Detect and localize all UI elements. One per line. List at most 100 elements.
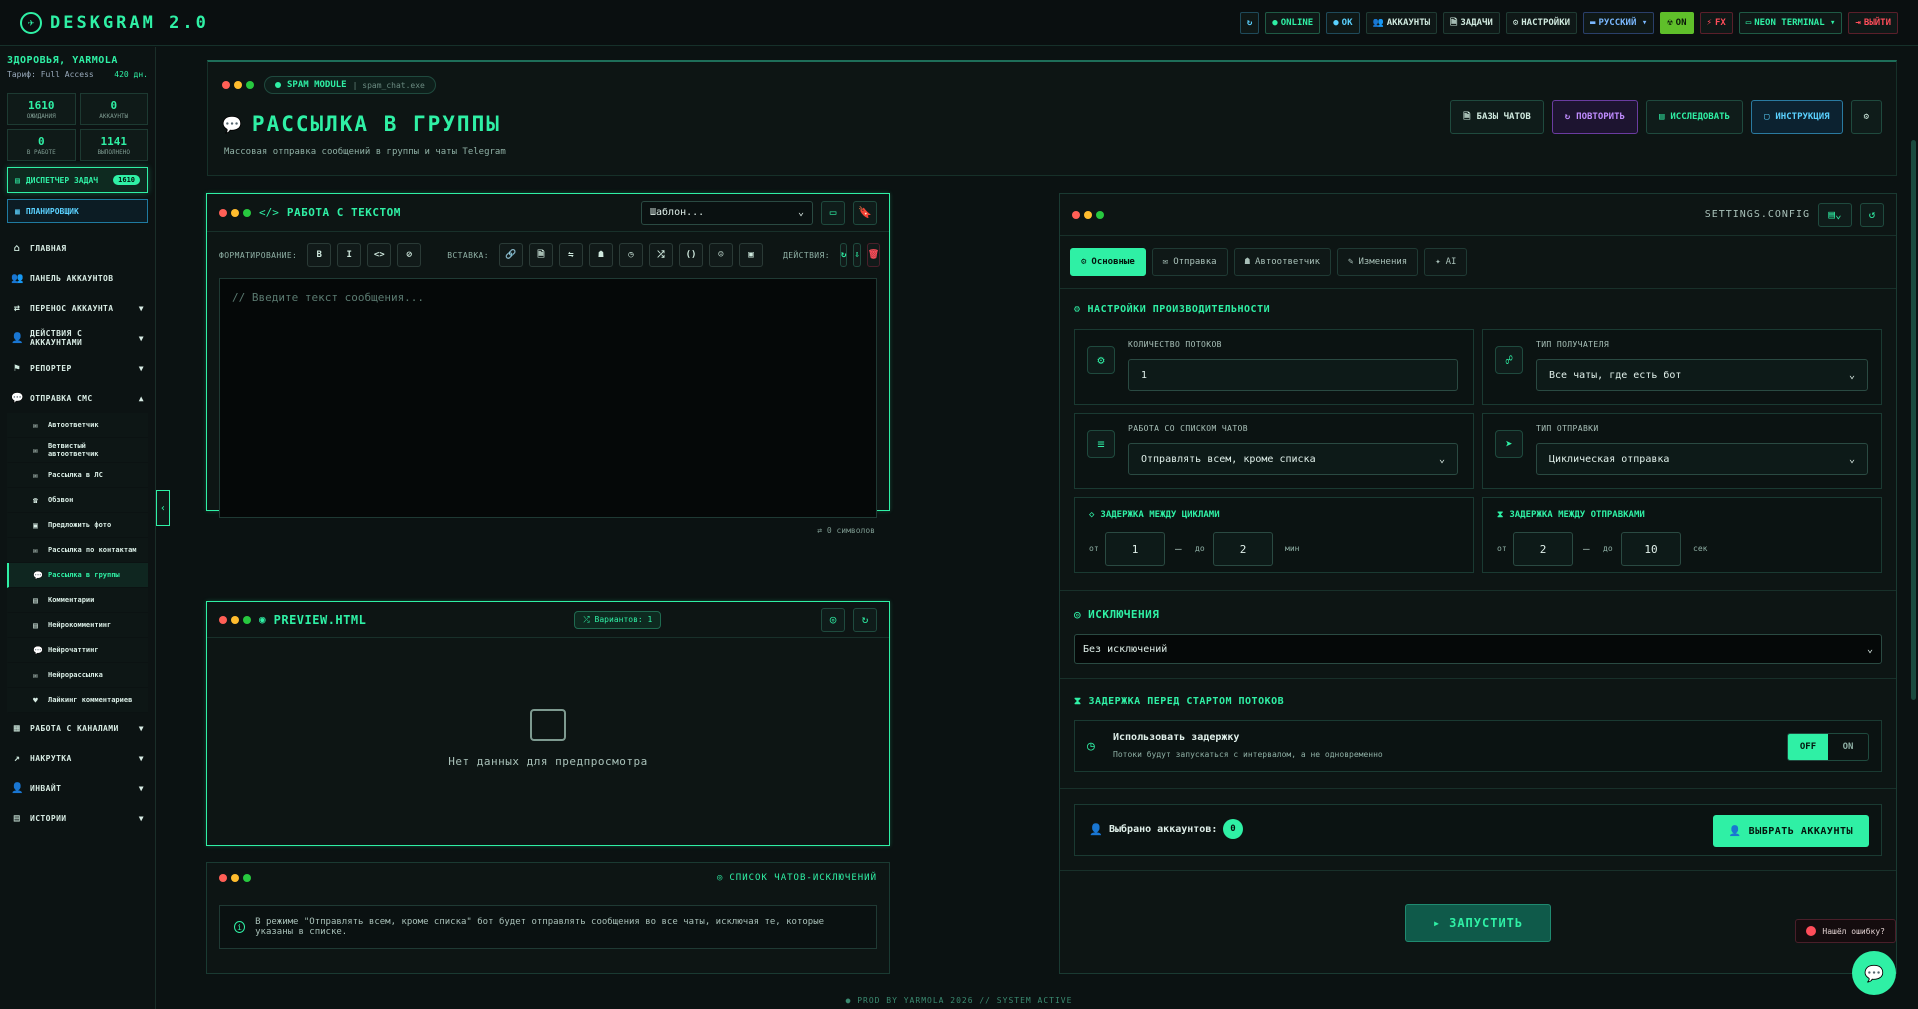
task-dispatcher-button[interactable]: ▤ ДИСПЕТЧЕР ЗАДАЧ 1610 <box>7 167 148 193</box>
exclusions-section-text: ИСКЛЮЧЕНИЯ <box>1088 608 1160 621</box>
threads-input[interactable]: 1 <box>1128 359 1458 391</box>
refresh-button[interactable]: ↻ <box>1239 11 1260 34</box>
sidebar-collapse-button[interactable]: ‹ <box>156 490 170 526</box>
settings-tab[interactable]: ✉ Отправка <box>1151 248 1228 276</box>
format-button[interactable]: ⊘ <box>397 243 422 267</box>
sidebar-item-накрутка[interactable]: ↗ НАКРУТКА ▼ <box>7 743 148 773</box>
nav-label: ПЕРЕНОС АККАУНТА <box>30 303 114 313</box>
tab-label: Изменения <box>1358 257 1408 267</box>
sendtype-select[interactable]: Циклическая отправка ⌄ <box>1536 443 1868 475</box>
dispatcher-badge: 1610 <box>113 175 140 185</box>
insert-button[interactable]: 🔗 <box>498 243 523 267</box>
cycle-from-input[interactable]: 1 <box>1105 532 1165 566</box>
insert-button[interactable]: ☗ <box>588 243 613 267</box>
submenu-item[interactable]: ✉ Рассылка по контактам <box>7 538 148 563</box>
send-from-input[interactable]: 2 <box>1513 532 1573 566</box>
sidebar-item-инвайт[interactable]: 👤 ИНВАЙТ ▼ <box>7 773 148 803</box>
sidebar-item-действия-с-аккаунтами[interactable]: 👤 ДЕЙСТВИЯ С АККАУНТАМИ ▼ <box>7 323 148 353</box>
insert-button[interactable]: ⤮ <box>648 243 673 267</box>
sidebar-item-истории[interactable]: ▤ ИСТОРИИ ▼ <box>7 803 148 833</box>
fx-toggle[interactable]: ⚡ FX <box>1699 11 1733 34</box>
insert-button[interactable]: ⇋ <box>558 243 583 267</box>
reload-preview-icon[interactable]: ↻ <box>853 607 877 632</box>
settings-tab[interactable]: ☗ Автоответчик <box>1233 248 1332 276</box>
save-icon[interactable]: ⇩ <box>853 243 861 267</box>
sidebar-item-репортер[interactable]: ⚑ РЕПОРТЕР ▼ <box>7 353 148 383</box>
chatlist-select[interactable]: Отправлять всем, кроме списка ⌄ <box>1128 443 1458 475</box>
header-button-0[interactable]: 🗎 БАЗЫ ЧАТОВ <box>1450 100 1544 134</box>
submenu-item[interactable]: ☎ Обзвон <box>7 488 148 513</box>
sidebar-item-отправка-смс[interactable]: 💬 ОТПРАВКА СМС ▲ <box>7 383 148 413</box>
submenu-label: Рассылка по контактам <box>48 546 137 554</box>
sidebar-item-работа-с-каналами[interactable]: ▦ РАБОТА С КАНАЛАМИ ▼ <box>7 713 148 743</box>
toggle-off[interactable]: OFF <box>1788 734 1828 760</box>
insert-buttons: 🔗 🗎 ⇋ ☗ ◷ ⤮() ☺ ▣ <box>498 243 763 267</box>
settings-tab[interactable]: ⚙ Основные <box>1070 248 1146 276</box>
page-scrollbar[interactable] <box>1911 140 1916 700</box>
toggle-on[interactable]: ON <box>1828 734 1868 760</box>
gear-icon[interactable]: ⚙ <box>1850 100 1882 134</box>
choose-accounts-button[interactable]: 👤 ВЫБРАТЬ АККАУНТЫ <box>1712 815 1869 847</box>
submenu-item[interactable]: ▤ Комментарии <box>7 588 148 613</box>
module-pill: SPAM MODULE | spam_chat.exe <box>264 76 436 94</box>
accounts-button[interactable]: 👥 АККАУНТЫ <box>1365 11 1438 34</box>
top-bar: ✈ DESKGRAM 2.0 ↻ ● ONLINE ● OK 👥 АККАУНТЫ 🗎 ЗАДА… <box>0 0 1918 46</box>
submenu-item[interactable]: ▣ Предложить фото <box>7 513 148 538</box>
submenu-item[interactable]: 💬 Нейрочаттинг <box>7 638 148 663</box>
insert-button[interactable]: ☺ <box>708 243 733 267</box>
chevron-down-icon: ⌄ <box>797 207 804 218</box>
header-button-3[interactable]: ▢ ИНСТРУКЦИЯ <box>1750 100 1843 134</box>
palette-icon[interactable]: ◎ <box>821 607 845 632</box>
ok-status[interactable]: ● OK <box>1326 11 1360 34</box>
save-template-icon[interactable]: 🔖 <box>853 200 877 225</box>
mode-toggle[interactable]: ☢ ON <box>1660 11 1694 34</box>
format-button[interactable]: I <box>337 243 362 267</box>
submenu-label: Лайкинг комментариев <box>48 696 133 704</box>
theme-select[interactable]: ▭ NEON TERMINAL ▾ <box>1738 11 1843 34</box>
logout-button[interactable]: ⇥ ВЫЙТИ <box>1848 11 1898 34</box>
language-select[interactable]: ▬ РУССКИЙ ▾ <box>1583 11 1655 34</box>
insert-button[interactable]: ◷ <box>618 243 643 267</box>
submenu-item[interactable]: ♥ Лайкинг комментариев <box>7 688 148 713</box>
submenu-item[interactable]: ✉ Автоответчик <box>7 413 148 438</box>
submenu-item[interactable]: 💬 Рассылка в группы <box>7 563 148 588</box>
online-status[interactable]: ● ONLINE <box>1265 11 1321 34</box>
stat-label: В РАБОТЕ <box>26 148 56 156</box>
reset-config-icon[interactable]: ↺ <box>1860 202 1884 227</box>
template-select[interactable]: Шаблон... ⌄ <box>641 200 813 225</box>
format-button[interactable]: <> <box>367 243 392 267</box>
sidebar-item-панель-аккаунтов[interactable]: 👥 ПАНЕЛЬ АККАУНТОВ <box>7 263 148 293</box>
settings-tab[interactable]: ✦ AI <box>1424 248 1468 276</box>
insert-button[interactable]: () <box>678 243 703 267</box>
logo-icon: ✈ <box>20 11 42 34</box>
recipient-select[interactable]: Все чаты, где есть бот ⌄ <box>1536 359 1868 391</box>
header-button-1[interactable]: ↻ ПОВТОРИТЬ <box>1551 100 1638 134</box>
sidebar-item-главная[interactable]: ⌂ ГЛАВНАЯ <box>7 233 148 263</box>
insert-button[interactable]: 🗎 <box>528 243 553 267</box>
launch-button[interactable]: ▸ ЗАПУСТИТЬ <box>1405 904 1551 942</box>
format-button[interactable]: B <box>307 243 332 267</box>
header-button-2[interactable]: ▤ ИССЛЕДОВАТЬ <box>1645 100 1743 134</box>
refresh-icon[interactable]: ↻ <box>839 243 848 267</box>
trash-icon[interactable]: 🗑 <box>866 243 881 267</box>
save-config-icon[interactable]: ▤⌄ <box>1818 202 1852 227</box>
send-to-input[interactable]: 10 <box>1621 532 1681 566</box>
chat-support-button[interactable]: 💬 <box>1852 951 1896 995</box>
use-delay-toggle[interactable]: OFF ON <box>1787 733 1869 761</box>
settings-button[interactable]: ⚙ НАСТРОЙКИ <box>1505 11 1578 34</box>
submenu-item[interactable]: ✉ Нейрорассылка <box>7 663 148 688</box>
tasks-button[interactable]: 🗎 ЗАДАЧИ <box>1443 11 1500 34</box>
submenu-item[interactable]: ✉ Рассылка в ЛС <box>7 463 148 488</box>
sidebar-item-перенос-аккаунта[interactable]: ⇄ ПЕРЕНОС АККАУНТА ▼ <box>7 293 148 323</box>
settings-tab[interactable]: ✎ Изменения <box>1337 248 1419 276</box>
submenu-item[interactable]: ▤ Нейрокомментинг <box>7 613 148 638</box>
insert-button[interactable]: ▣ <box>738 243 763 267</box>
submenu-item[interactable]: ✉ Ветвистый автоответчик <box>7 438 148 463</box>
cycle-to-input[interactable]: 2 <box>1213 532 1273 566</box>
app-logo[interactable]: ✈ DESKGRAM 2.0 <box>20 11 209 34</box>
load-template-icon[interactable]: ▭ <box>821 200 845 225</box>
planner-button[interactable]: ▦ ПЛАНИРОВЩИК <box>7 199 148 223</box>
exclusions-select[interactable]: Без исключений ⌄ <box>1074 634 1882 664</box>
bug-report-button[interactable]: Нашёл ошибку? <box>1795 919 1896 943</box>
message-textarea[interactable]: // Введите текст сообщения... <box>219 278 877 518</box>
